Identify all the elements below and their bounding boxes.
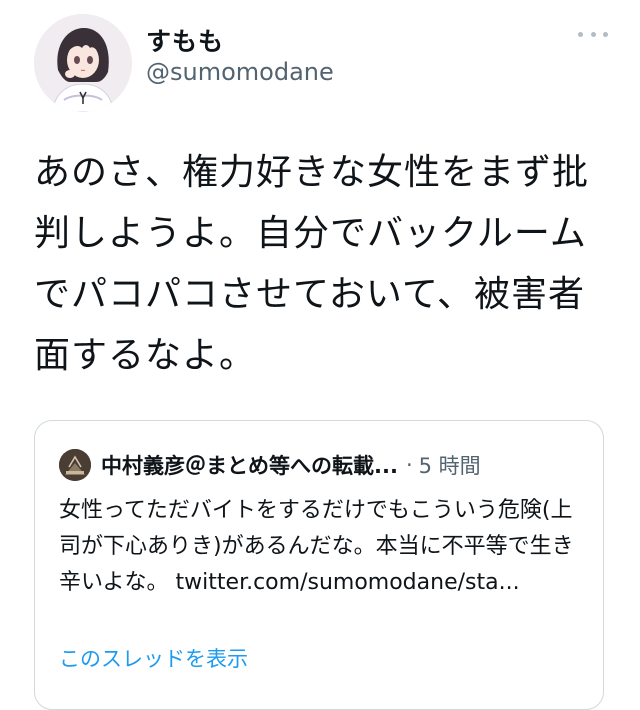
quoted-tweet-header: 中村義彦＠まとめ等への転載... · 5 時間 (59, 449, 481, 481)
quoted-author[interactable]: 中村義彦＠まとめ等への転載... (101, 450, 398, 480)
display-name[interactable]: すもも (146, 22, 224, 58)
tweet: すもも @sumomodane あのさ、権力好きな女性をまず批判しようよ。自分で… (0, 0, 640, 710)
dot (603, 31, 608, 37)
quoted-avatar[interactable] (59, 449, 91, 481)
quoted-time[interactable]: 5 時間 (419, 450, 481, 480)
quoted-avatar-image (59, 449, 91, 481)
quoted-text: 女性ってただバイトをするだけでもこういう危険(上司が下心ありき)があるんだな。本… (59, 498, 574, 595)
avatar[interactable] (34, 14, 132, 112)
separator: · (405, 453, 413, 477)
dot (578, 31, 583, 37)
dot (590, 31, 596, 37)
handle[interactable]: @sumomodane (146, 58, 334, 86)
more-options-icon[interactable] (578, 24, 608, 44)
tweet-text: あのさ、権力好きな女性をまず批判しようよ。自分でバックルームでパコパコさせておい… (34, 152, 590, 376)
avatar-illustration (34, 14, 132, 112)
show-thread-link[interactable]: このスレッドを表示 (59, 643, 248, 673)
quoted-tweet[interactable]: 中村義彦＠まとめ等への転載... · 5 時間 女性ってただバイトをするだけでも… (34, 420, 604, 710)
